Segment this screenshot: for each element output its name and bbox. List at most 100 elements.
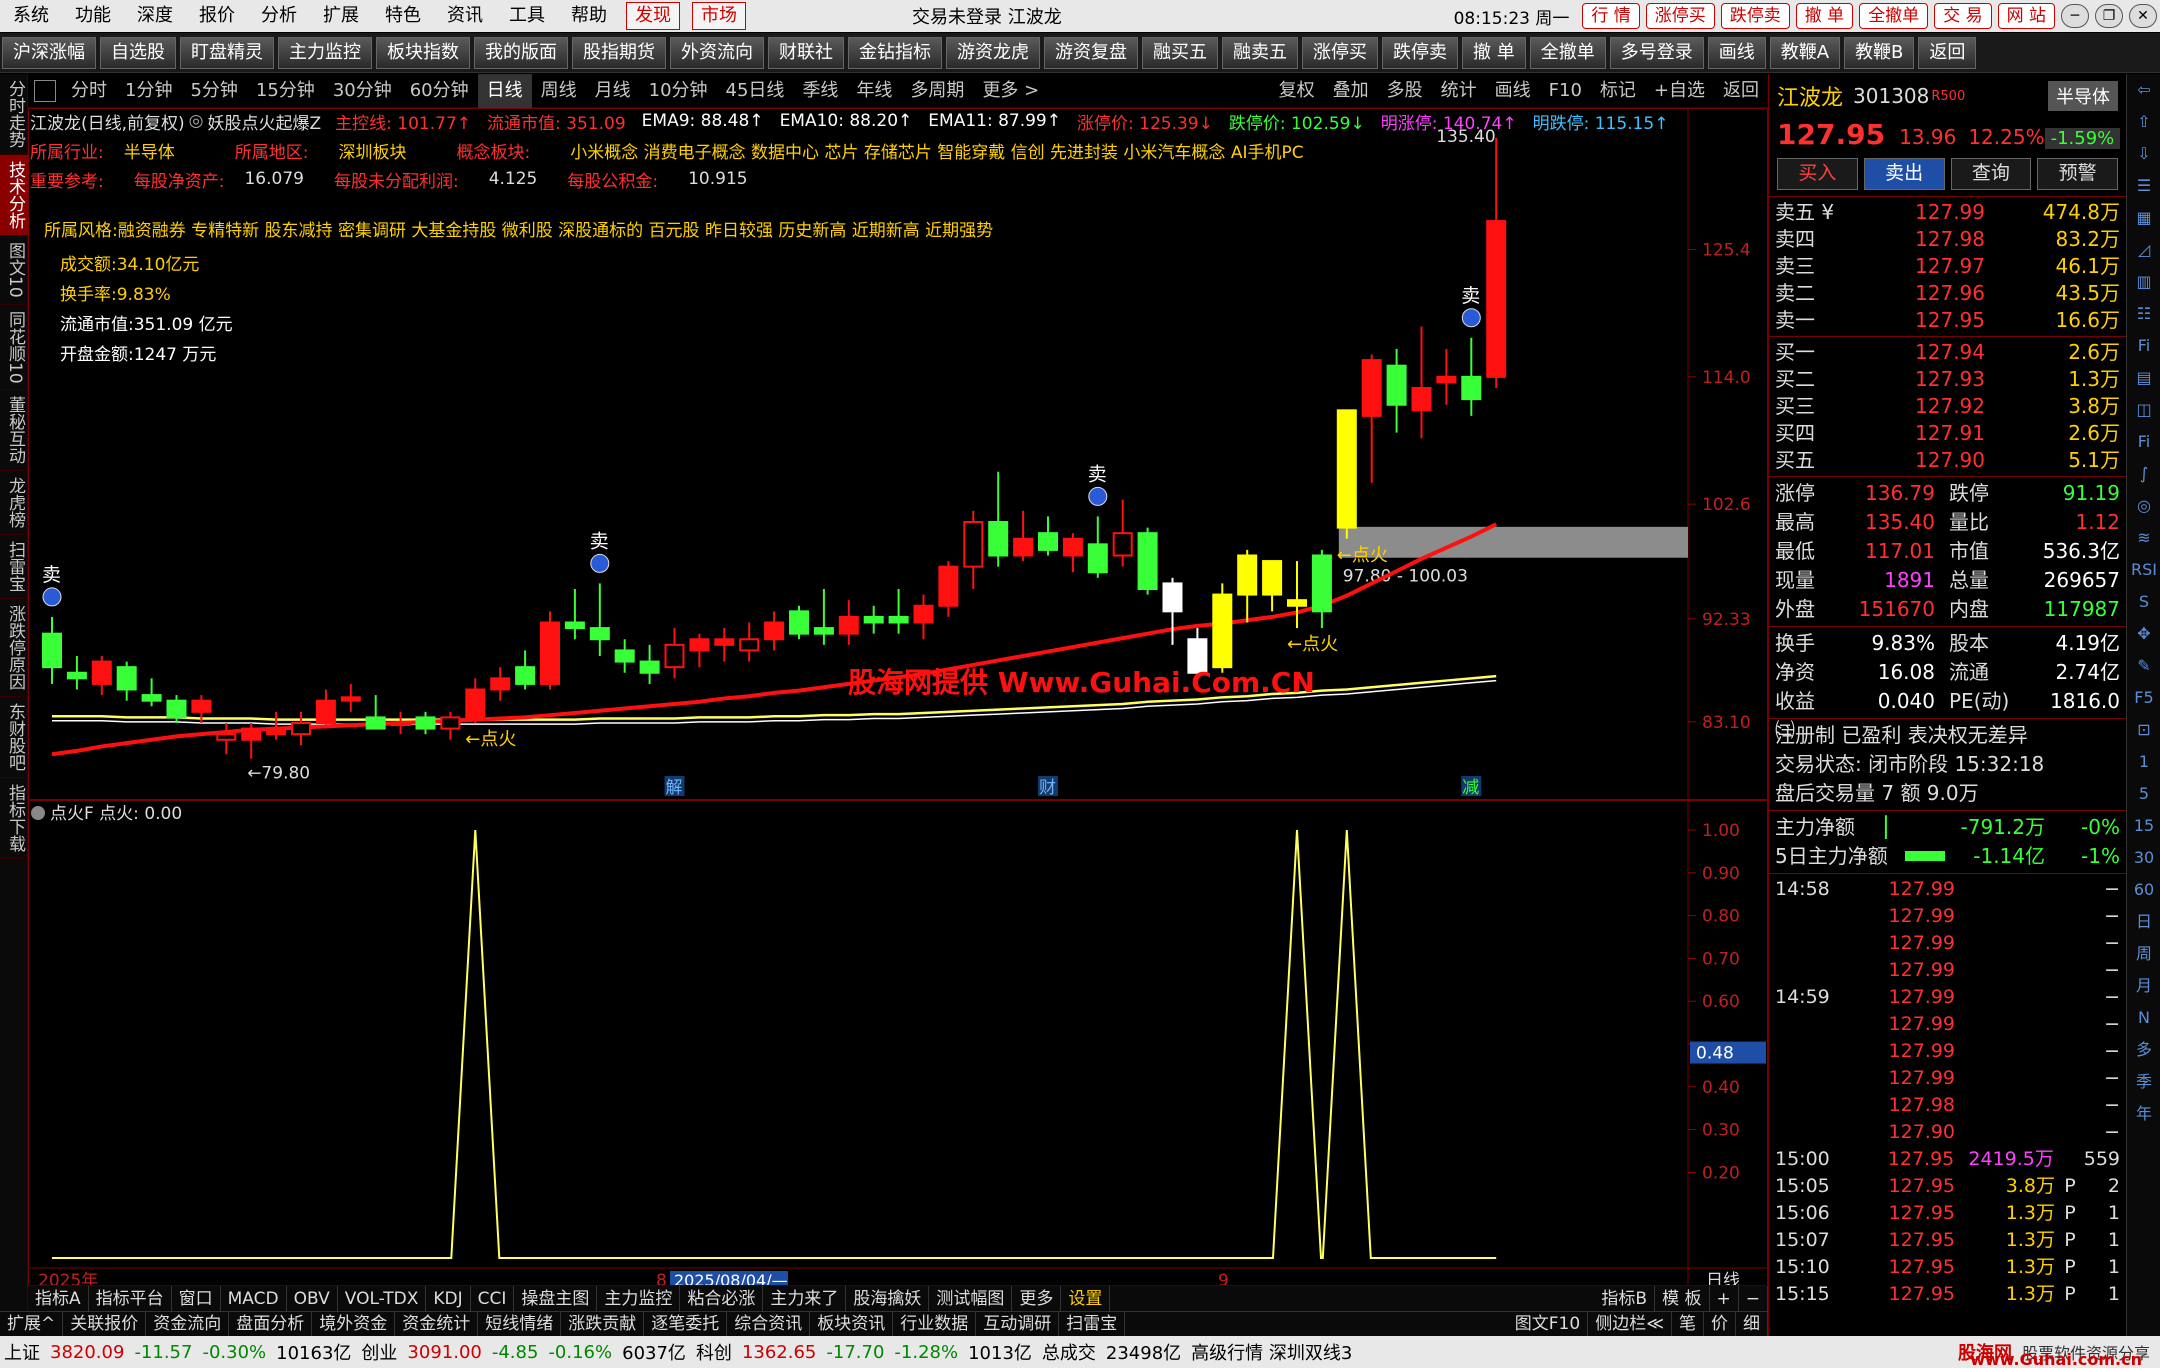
side-tool-icon[interactable]: 季	[2127, 1066, 2160, 1098]
toolbar-button[interactable]: 融卖五	[1222, 36, 1298, 69]
toolbar-button[interactable]: 涨停买	[1302, 36, 1378, 69]
close-icon[interactable]: ✕	[2129, 4, 2157, 28]
indicator-tab[interactable]: 指标A	[28, 1285, 89, 1312]
toolbar-button[interactable]: 我的版面	[474, 36, 568, 69]
side-tool-icon[interactable]: ◫	[2127, 394, 2160, 426]
formula-name[interactable]: 妖股点火起爆Z	[208, 109, 322, 134]
side-tool-icon[interactable]: ☷	[2127, 298, 2160, 330]
extension-tab[interactable]: 盘面分析	[229, 1311, 313, 1337]
side-tool-icon[interactable]: ◎	[2127, 490, 2160, 522]
alert-button[interactable]: 预警	[2037, 158, 2118, 190]
indicator-tab-tool[interactable]: +	[1710, 1285, 1739, 1312]
period-tab[interactable]: 年线	[847, 74, 901, 108]
indicator-tab[interactable]: CCI	[471, 1285, 515, 1312]
period-tab[interactable]: 30分钟	[324, 74, 401, 108]
formula-toggle-icon[interactable]: ◎	[189, 111, 204, 131]
toolbar-button[interactable]: 盯盘精灵	[180, 36, 274, 69]
extension-tab[interactable]: 板块资讯	[810, 1311, 894, 1337]
indicator-tab-tool[interactable]: 模 板	[1655, 1285, 1710, 1312]
toolbar-button[interactable]: 股指期货	[572, 36, 666, 69]
indicator-tab[interactable]: 更多	[1012, 1285, 1062, 1312]
left-tab[interactable]: 同花顺10	[0, 305, 28, 391]
side-tool-icon[interactable]: ⇦	[2127, 74, 2160, 106]
period-tab[interactable]: 月线	[586, 74, 640, 108]
indicator-tab[interactable]: KDJ	[426, 1285, 471, 1312]
indicator-tab[interactable]: 设置	[1061, 1285, 1111, 1312]
extension-tool[interactable]: 细	[1736, 1311, 1768, 1337]
toolbar-button[interactable]: 外资流向	[670, 36, 764, 69]
period-tool[interactable]: 返回	[1714, 74, 1768, 108]
menu-item[interactable]: 特色	[372, 0, 434, 32]
left-tab[interactable]: 龙虎榜	[0, 471, 28, 536]
indicator-tab[interactable]: 粘合必涨	[680, 1285, 764, 1312]
menu-item[interactable]: 资讯	[434, 0, 496, 32]
toolbar-button[interactable]: 撤 单	[1462, 36, 1526, 69]
period-tool[interactable]: +自选	[1645, 74, 1714, 108]
menu-item[interactable]: 功能	[62, 0, 124, 32]
period-tab[interactable]: 日线	[477, 73, 532, 108]
side-tool-icon[interactable]: 5	[2127, 778, 2160, 810]
toolbar-button[interactable]: 画线	[1707, 36, 1766, 69]
side-tool-icon[interactable]: ⇧	[2127, 106, 2160, 138]
trade-pill-button[interactable]: 行 情	[1582, 3, 1640, 29]
indicator-tab[interactable]: 指标平台	[89, 1285, 172, 1312]
period-tab[interactable]: 更多 >	[973, 74, 1048, 108]
side-tool-icon[interactable]: N	[2127, 1002, 2160, 1034]
left-tab[interactable]: 扫雷宝	[0, 535, 28, 600]
toolbar-button[interactable]: 板块指数	[376, 36, 470, 69]
extension-tab[interactable]: 资金统计	[395, 1311, 479, 1337]
trade-pill-button[interactable]: 涨停买	[1645, 3, 1715, 29]
side-tool-icon[interactable]: S	[2127, 586, 2160, 618]
left-tab[interactable]: 分时走势	[0, 74, 28, 155]
extension-tool[interactable]: 价	[1704, 1311, 1736, 1337]
trade-pill-button[interactable]: 撤 单	[1795, 3, 1854, 29]
indicator-tab-tool[interactable]: 指标B	[1594, 1285, 1656, 1312]
side-tool-icon[interactable]: ≋	[2127, 522, 2160, 554]
extension-tab[interactable]: 互动调研	[976, 1311, 1060, 1337]
toolbar-button[interactable]: 融买五	[1142, 36, 1218, 69]
extension-tool[interactable]: 笔	[1672, 1311, 1704, 1337]
side-tool-icon[interactable]: 周	[2127, 938, 2160, 970]
side-tool-icon[interactable]: 15	[2127, 810, 2160, 842]
extension-tab[interactable]: 行业数据	[893, 1311, 977, 1337]
side-tool-icon[interactable]: Fi	[2127, 330, 2160, 362]
period-tab[interactable]: 10分钟	[640, 74, 717, 108]
side-tool-icon[interactable]: ⇩	[2127, 138, 2160, 170]
period-tab[interactable]: 周线	[532, 74, 586, 108]
side-tool-icon[interactable]: Fi	[2127, 426, 2160, 458]
toolbar-button[interactable]: 财联社	[768, 36, 844, 69]
side-tool-icon[interactable]: ☰	[2127, 170, 2160, 202]
left-tab[interactable]: 东财股吧	[0, 697, 28, 779]
sector-badge[interactable]: 半导体	[2048, 81, 2118, 111]
trade-pill-button[interactable]: 跌停卖	[1720, 3, 1790, 29]
period-tool[interactable]: 标记	[1591, 74, 1645, 108]
menu-item[interactable]: 扩展	[310, 0, 372, 32]
toolbar-button[interactable]: 金钻指标	[848, 36, 942, 69]
toolbar-button[interactable]: 全撤单	[1529, 36, 1606, 69]
side-tool-icon[interactable]: 1	[2127, 746, 2160, 778]
left-tab[interactable]: 涨跌停原因	[0, 599, 28, 698]
toolbar-button[interactable]: 多号登录	[1609, 36, 1704, 69]
sell-button[interactable]: 卖出	[1863, 158, 1945, 190]
extension-tab[interactable]: 短线情绪	[478, 1311, 562, 1337]
indicator-tab[interactable]: 股海擒妖	[846, 1285, 930, 1312]
side-tool-icon[interactable]: 月	[2127, 970, 2160, 1002]
side-tool-icon[interactable]: 多	[2127, 1034, 2160, 1066]
extension-tab[interactable]: 资金流向	[146, 1311, 230, 1337]
left-tab[interactable]: 技术分析	[0, 155, 28, 236]
period-tab[interactable]: 多周期	[901, 74, 973, 108]
period-tab[interactable]: 季线	[793, 74, 847, 108]
indicator-tab[interactable]: 窗口	[172, 1285, 221, 1312]
restore-icon[interactable]: ❐	[2095, 4, 2123, 28]
left-tab[interactable]: 指标下载	[0, 778, 28, 860]
toolbar-button[interactable]: 教鞭A	[1769, 36, 1841, 69]
side-tool-icon[interactable]: ▦	[2127, 202, 2160, 234]
side-tool-icon[interactable]: 日	[2127, 906, 2160, 938]
indicator-tab[interactable]: 操盘主图	[514, 1285, 598, 1312]
extension-tab[interactable]: 扩展^	[0, 1311, 64, 1337]
menu-market[interactable]: 市场	[692, 2, 746, 30]
indicator-tab[interactable]: OBV	[287, 1285, 338, 1312]
period-tool[interactable]: F10	[1540, 74, 1591, 108]
menu-item[interactable]: 工具	[496, 0, 558, 32]
minimize-icon[interactable]: ─	[2061, 4, 2089, 28]
